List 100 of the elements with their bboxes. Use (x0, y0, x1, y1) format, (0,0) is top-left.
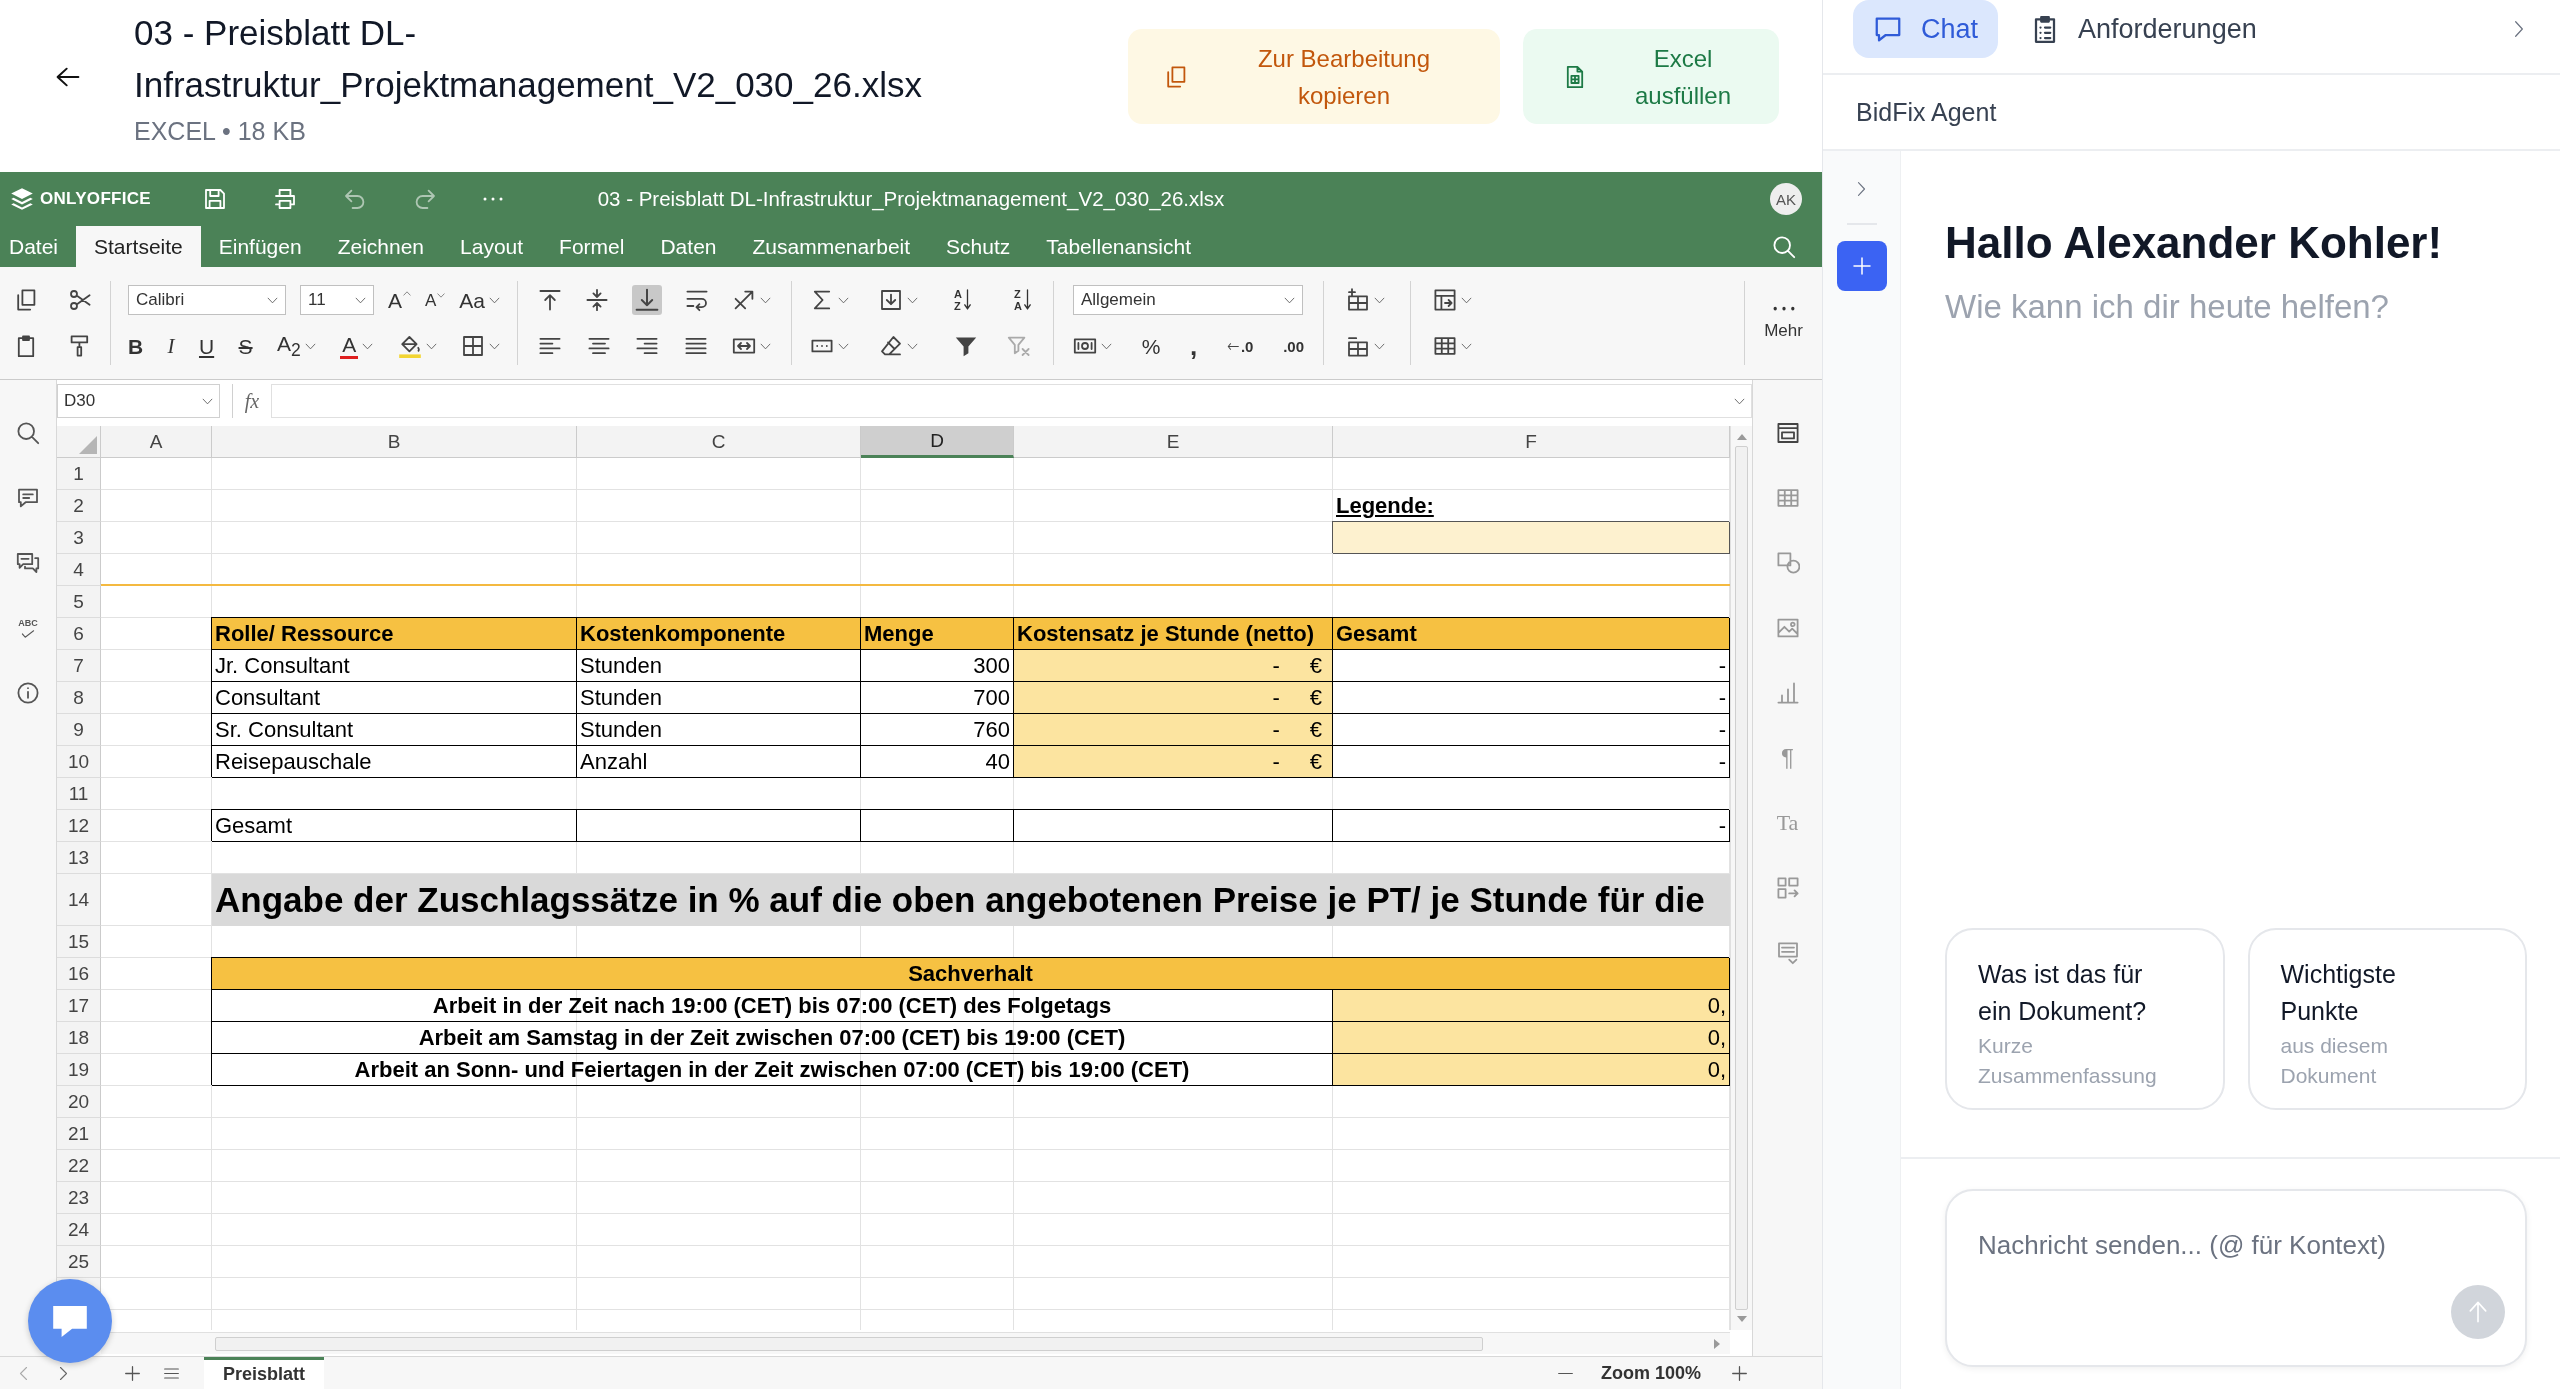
square-grid-icon[interactable] (460, 334, 485, 358)
chevron-right-icon[interactable] (59, 1365, 68, 1381)
caret-icon[interactable] (838, 342, 849, 350)
caret-icon[interactable] (1734, 397, 1745, 405)
suggestion-card[interactable]: Was ist das für ein Dokument? Kurze Zusammenfassung (1945, 928, 2225, 1110)
new-chat-button[interactable] (1836, 241, 1887, 291)
speech-bubble-icon[interactable] (1873, 14, 1903, 44)
squares-arrow-icon[interactable] (1775, 876, 1800, 900)
caret-icon[interactable] (760, 342, 771, 350)
diagonal-arrow-icon[interactable] (732, 288, 756, 312)
caret-icon[interactable] (488, 342, 500, 350)
caret-icon[interactable] (838, 296, 849, 304)
eraser-icon[interactable] (879, 334, 903, 358)
back-arrow-icon[interactable] (55, 65, 81, 89)
caret-icon[interactable] (202, 397, 213, 405)
info-icon[interactable] (16, 681, 40, 705)
caret-icon[interactable] (760, 296, 771, 304)
more-button[interactable]: Mehr (1745, 305, 1822, 341)
arrow-down-icon[interactable] (1024, 289, 1031, 311)
suggestion-card[interactable]: Wichtigste Punkte aus diesem Dokument (2247, 928, 2527, 1110)
save-icon[interactable] (203, 187, 227, 211)
check-icon[interactable] (21, 630, 35, 638)
spellcheck-button[interactable]: ABC (16, 616, 40, 640)
increase-font-size-button[interactable]: A (387, 289, 411, 311)
triangle-up-icon[interactable] (1736, 434, 1747, 440)
ribbon-tab[interactable]: Zeichnen (319, 226, 443, 267)
change-case-button[interactable]: Aa (459, 289, 500, 311)
percent-button[interactable]: % (1141, 335, 1161, 357)
table-arrow-icon[interactable] (1433, 288, 1457, 312)
chevron-right-icon[interactable] (1857, 181, 1866, 197)
align-top-icon[interactable] (538, 288, 562, 312)
redo-icon[interactable] (413, 187, 437, 211)
decrease-font-size-button[interactable]: A (424, 291, 446, 309)
underline-button[interactable]: U (199, 335, 215, 357)
caret-icon[interactable] (1374, 342, 1385, 350)
user-avatar[interactable]: AK (1770, 183, 1802, 215)
function-label[interactable]: fx (232, 384, 267, 418)
bar-chart-icon[interactable] (1775, 681, 1800, 705)
ribbon-tab[interactable]: Layout (442, 226, 542, 267)
horizontal-scrollbar[interactable] (101, 1332, 1730, 1354)
shapes-icon[interactable] (1775, 551, 1800, 575)
search-icon[interactable] (16, 421, 40, 445)
table-minus-icon[interactable] (1346, 334, 1370, 358)
italic-button[interactable]: I (167, 335, 175, 357)
undo-icon[interactable] (343, 187, 367, 211)
font-dropdown[interactable]: Calibri (128, 285, 286, 315)
sheet-tab[interactable]: Preisblatt (204, 1356, 325, 1389)
chevron-right-icon[interactable] (2514, 20, 2524, 38)
ribbon-tab[interactable]: Startseite (76, 226, 201, 267)
caret-icon[interactable] (1374, 296, 1385, 304)
caret-icon[interactable] (1461, 296, 1472, 304)
image-icon[interactable] (1775, 616, 1800, 640)
table-plus-icon[interactable] (1346, 288, 1370, 312)
subscript-button[interactable]: A$_{2}$ (277, 332, 316, 360)
caret-icon[interactable] (907, 296, 918, 304)
box-arrow-down-icon[interactable] (879, 288, 903, 312)
copy-icon[interactable] (14, 288, 38, 312)
caret-icon[interactable] (355, 296, 366, 304)
comment-icon[interactable] (16, 486, 40, 510)
scrollbar-thumb[interactable] (1735, 446, 1748, 1310)
copy-for-editing-button[interactable]: Zur Bearbeitung kopieren (1128, 29, 1500, 124)
column-header[interactable]: A (101, 426, 212, 458)
column-header[interactable]: B (212, 426, 577, 458)
chat-icon[interactable] (16, 551, 40, 575)
printer-icon[interactable] (273, 187, 297, 211)
search-icon[interactable] (1772, 234, 1796, 259)
scissors-icon[interactable] (68, 288, 92, 312)
sort-descending-button[interactable]: Z A (1014, 288, 1031, 312)
column-header[interactable]: D (861, 426, 1014, 458)
caret-icon[interactable] (304, 342, 316, 350)
scrollbar-thumb[interactable] (215, 1336, 1483, 1351)
ribbon-tab[interactable]: Schutz (928, 226, 1029, 267)
triangle-right-icon[interactable] (1714, 1338, 1720, 1349)
plus-icon[interactable] (124, 1364, 141, 1382)
fill-excel-button[interactable]: Excel ausfüllen (1523, 29, 1779, 124)
caret-icon[interactable] (1284, 296, 1295, 304)
column-header[interactable]: F (1333, 426, 1730, 458)
caret-down-icon[interactable] (437, 292, 446, 298)
arrow-left-icon[interactable] (1226, 342, 1239, 350)
caret-up-icon[interactable] (403, 290, 411, 296)
minus-icon[interactable] (1556, 1371, 1574, 1375)
ribbon-tab[interactable]: Einfügen (200, 226, 320, 267)
table-icon[interactable] (1433, 334, 1457, 358)
list-box-icon[interactable] (1775, 941, 1800, 965)
triangle-down-icon[interactable] (1736, 1316, 1747, 1322)
plus-icon[interactable] (1731, 1364, 1748, 1382)
decrease-decimal-button[interactable]: .0 (1226, 338, 1254, 354)
paint-bucket-icon[interactable] (397, 334, 422, 358)
strikethrough-button[interactable]: S (238, 335, 253, 357)
caret-icon[interactable] (362, 342, 374, 350)
ribbon-tab[interactable]: Tabellenansicht (1028, 226, 1210, 267)
font-color-button[interactable]: A (340, 333, 374, 359)
copy-icon[interactable] (1164, 64, 1188, 89)
vertical-scrollbar[interactable] (1730, 426, 1752, 1330)
sort-ascending-button[interactable]: A Z (954, 288, 971, 312)
column-header[interactable]: C (577, 426, 861, 458)
increase-decimal-button[interactable]: .00 (1283, 338, 1304, 354)
name-box[interactable]: D30 (57, 384, 220, 418)
window-icon[interactable] (1775, 421, 1800, 445)
ribbon-tab[interactable]: Datei (0, 226, 77, 267)
